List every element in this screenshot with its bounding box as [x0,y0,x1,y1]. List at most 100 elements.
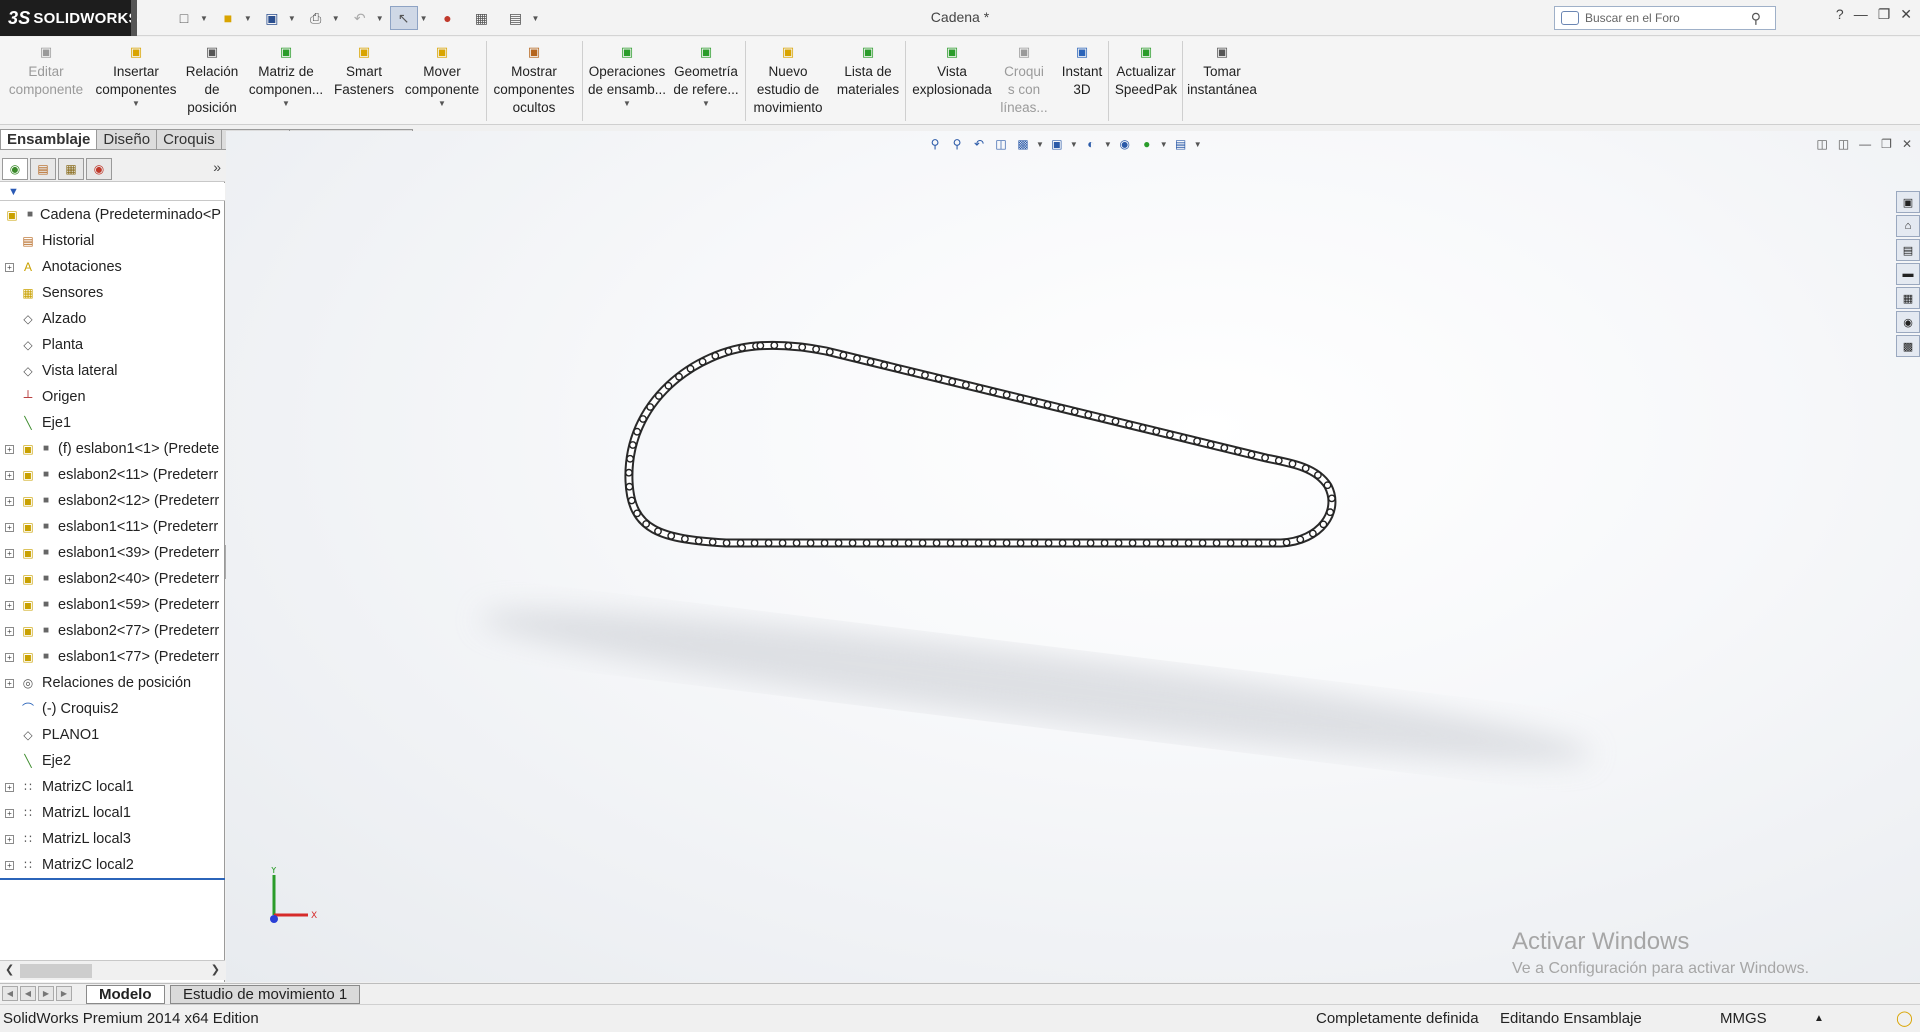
options-icon[interactable]: ▤ [502,6,530,30]
command-exploded-view[interactable]: ▣ Vista explosionada [904,43,1000,99]
expand-plus-icon[interactable]: + [5,575,14,584]
expand-plus-icon[interactable]: + [5,809,14,818]
property-manager-tab-icon[interactable]: ▤ [30,158,56,180]
tree-node[interactable]: ◇ Vista lateral [0,358,225,384]
tree-node[interactable]: + ∷ MatrizC local2 [0,852,225,878]
expand-plus-icon[interactable]: + [5,835,14,844]
chevron-down-icon[interactable]: ▼ [244,14,252,23]
tab-model[interactable]: Modelo [86,985,165,1004]
solidworks-logo[interactable]: 3S SOLIDWORKS [0,0,139,36]
command-fasteners[interactable]: ▣ Smart Fasteners [329,43,399,99]
rebuild-status-icon[interactable]: ◯ [1896,1005,1913,1032]
tree-node[interactable]: ◇ PLANO1 [0,722,225,748]
tree-node[interactable]: + ▣ eslabon1<39> (Predeterr ■ [0,540,225,566]
command-pattern[interactable]: ▣ Matriz de componen... ▼ [246,43,326,109]
expand-plus-icon[interactable]: + [5,783,14,792]
expand-plus-icon[interactable]: + [5,549,14,558]
chevron-down-icon[interactable]: ▼ [132,99,140,109]
chevron-down-icon[interactable]: ▼ [623,99,631,109]
new-document-icon[interactable]: □ [170,6,198,30]
expand-plus-icon[interactable]: + [5,601,14,610]
command-move[interactable]: ▣ Mover componente ▼ [397,43,487,109]
tree-filter[interactable]: ▼ [0,183,225,201]
chain-model[interactable] [226,131,1920,982]
open-folder-icon[interactable]: ■ [214,6,242,30]
tree-node[interactable]: + ∷ MatrizL local3 [0,826,225,852]
filter-icon[interactable]: ▼ [8,186,19,198]
double-chevron-right-icon[interactable]: » [213,159,221,175]
tree-node[interactable]: ╲ Eje2 [0,748,225,774]
expand-plus-icon[interactable]: + [5,445,14,454]
tree-node[interactable]: + ▣ eslabon2<40> (Predeterr ■ [0,566,225,592]
first-tab-icon[interactable]: ◀ [2,986,18,1001]
last-tab-icon[interactable]: ▶ [56,986,72,1001]
scrollbar-thumb[interactable] [20,964,92,978]
forum-search-input[interactable]: Buscar en el Foro ⚲ [1554,6,1776,30]
command-instant3d[interactable]: ▣ Instant 3D [1055,43,1109,99]
next-tab-icon[interactable]: ▶ [38,986,54,1001]
command-explode-line-sketch[interactable]: ▣ Croqui s con líneas... [996,43,1052,117]
chevron-down-icon[interactable]: ▼ [288,14,296,23]
tree-node[interactable]: ▦ Sensores [0,280,225,306]
chevron-down-icon[interactable]: ▼ [532,14,540,23]
command-edit-component[interactable]: ▣ Editar componente [6,43,86,99]
feature-tree-tab-icon[interactable]: ◉ [2,158,28,180]
tree-node[interactable]: + ▣ eslabon2<12> (Predeterr ■ [0,488,225,514]
tree-node[interactable]: + A Anotaciones [0,254,225,280]
expand-plus-icon[interactable]: + [5,523,14,532]
tree-node[interactable]: + ◎ Relaciones de posición [0,670,225,696]
command-show-hidden[interactable]: ▣ Mostrar componentes ocultos [487,43,581,117]
print-icon[interactable]: ⎙ [302,6,330,30]
tree-node[interactable]: + ▣ eslabon2<11> (Predeterr ■ [0,462,225,488]
tree-node[interactable]: + ▣ eslabon2<77> (Predeterr ■ [0,618,225,644]
chevron-down-icon[interactable]: ▼ [282,99,290,109]
chevron-down-icon[interactable]: ▼ [702,99,710,109]
tab-croquis[interactable]: Croquis [157,129,222,150]
command-motion-study[interactable]: ▣ Nuevo estudio de movimiento [747,43,829,117]
command-insert-components[interactable]: ▣ Insertar componentes ▼ [91,43,181,109]
chevron-up-icon[interactable]: ▲ [1814,1005,1824,1032]
command-assembly-features[interactable]: ▣ Operaciones de ensamb... ▼ [582,43,672,109]
tree-node[interactable]: ▤ Historial [0,228,225,254]
expand-plus-icon[interactable]: + [5,471,14,480]
minimize-icon[interactable]: — [1854,6,1868,23]
tree-node[interactable]: + ▣ eslabon1<11> (Predeterr ■ [0,514,225,540]
scroll-left-icon[interactable]: ❮ [5,963,14,976]
expand-plus-icon[interactable]: + [5,627,14,636]
tree-node[interactable]: ╲ Eje1 [0,410,225,436]
tree-node[interactable]: + ▣ eslabon1<77> (Predeterr ■ [0,644,225,670]
chevron-down-icon[interactable]: ▼ [438,99,446,109]
tree-node[interactable]: ◇ Planta [0,332,225,358]
tree-node[interactable]: + ∷ MatrizL local1 [0,800,225,826]
chevron-down-icon[interactable]: ▼ [200,14,208,23]
expand-plus-icon[interactable]: + [5,861,14,870]
graphics-area[interactable]: ⚲ ⚲ ↶ ◫ ▩ ▼ ▣ ▼ ◐ ▼ ◉ ● ▼ ▤ ▼ ◫ ◫ — ❐ ✕ ▣ ⌂ ▤… [226,131,1920,982]
prev-tab-icon[interactable]: ◀ [20,986,36,1001]
command-reference-geometry[interactable]: ▣ Geometría de refere... ▼ [666,43,746,109]
tab-motion-study-1[interactable]: Estudio de movimiento 1 [170,985,361,1004]
command-snapshot[interactable]: ▣ Tomar instantánea [1180,43,1264,99]
tab-ensamblaje[interactable]: Ensamblaje [0,129,98,150]
expand-plus-icon[interactable]: + [5,263,14,272]
tree-node[interactable]: ┴ Origen [0,384,225,410]
undo-icon[interactable]: ↶ [346,6,374,30]
rollback-bar[interactable] [0,878,225,880]
units-status[interactable]: MMGS [1720,1005,1767,1032]
close-icon[interactable]: ✕ [1900,6,1912,23]
configuration-manager-tab-icon[interactable]: ▦ [58,158,84,180]
command-mate[interactable]: ▣ Relación de posición [180,43,244,117]
expand-plus-icon[interactable]: + [5,653,14,662]
command-bom[interactable]: ▣ Lista de materiales [832,43,904,99]
chevron-down-icon[interactable]: ▼ [332,14,340,23]
select-arrow-icon[interactable]: ↖ [389,6,418,30]
display-manager-tab-icon[interactable]: ◉ [86,158,112,180]
tree-node[interactable]: ⌒ (-) Croquis2 [0,696,225,722]
tree-node[interactable]: ◇ Alzado [0,306,225,332]
expand-plus-icon[interactable]: + [5,497,14,506]
tree-node[interactable]: ▣ Cadena (Predeterminado<P ■ [0,202,225,228]
rebuild-icon[interactable]: ● [434,6,462,30]
chevron-down-icon[interactable]: ▼ [420,14,428,23]
expand-plus-icon[interactable]: + [5,679,14,688]
tab-diseño[interactable]: Diseño [97,129,158,150]
tree-node[interactable]: + ▣ (f) eslabon1<1> (Predete ■ [0,436,225,462]
